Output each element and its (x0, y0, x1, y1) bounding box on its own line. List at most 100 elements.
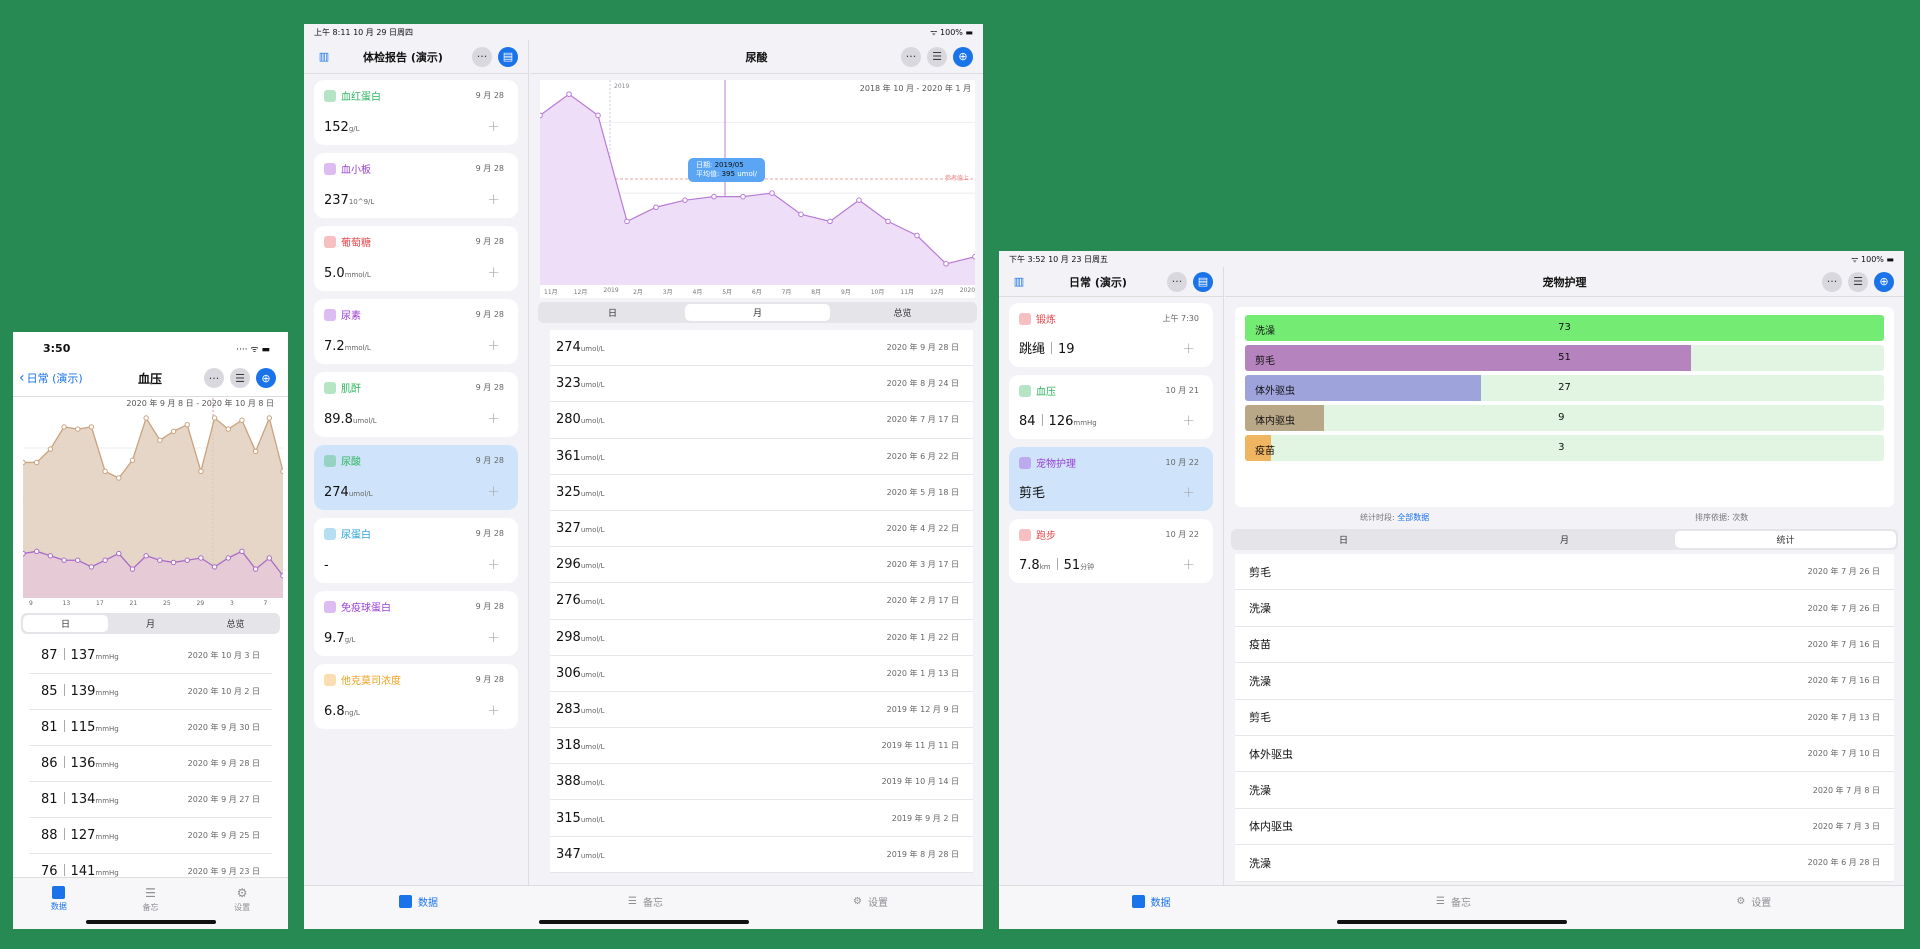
data-point[interactable] (157, 557, 163, 563)
plus-icon[interactable]: + (487, 555, 500, 573)
list-item[interactable]: 280umol/L 2020 年 7 月 17 日 (550, 402, 973, 439)
data-point[interactable] (47, 446, 54, 452)
data-point[interactable] (856, 197, 862, 203)
metric-card[interactable]: 他克莫司浓度 9 月 28 6.8ng/L + (314, 664, 518, 729)
bar-row[interactable]: 体内驱虫 9 (1245, 405, 1884, 431)
seg-overview[interactable]: 总览 (830, 304, 975, 321)
tab-settings[interactable]: ⚙ 设置 (853, 894, 888, 909)
seg-day[interactable]: 日 (23, 615, 108, 632)
list-item[interactable]: 体内驱虫 2020 年 7 月 3 日 (1235, 809, 1894, 846)
seg-month[interactable]: 月 (685, 304, 830, 321)
more-button[interactable]: ··· (1166, 271, 1187, 292)
calendar-add-button[interactable]: ▤ (497, 46, 518, 67)
list-item[interactable]: 276umol/L 2020 年 2 月 17 日 (550, 583, 973, 620)
plus-icon[interactable]: + (487, 336, 500, 354)
data-point[interactable] (102, 468, 108, 475)
data-point[interactable] (170, 559, 177, 566)
list-item[interactable]: 325umol/L 2020 年 5 月 18 日 (550, 475, 973, 511)
metric-card[interactable]: 血红蛋白 9 月 28 152g/L + (314, 80, 518, 145)
plus-icon[interactable]: + (1182, 339, 1195, 357)
data-point[interactable] (252, 448, 259, 455)
data-point[interactable] (75, 557, 81, 563)
plus-icon[interactable]: + (487, 409, 500, 427)
list-item[interactable]: 388umol/L 2019 年 10 月 14 日 (550, 764, 973, 801)
data-point[interactable] (682, 197, 688, 203)
tab-settings[interactable]: ⚙ 设置 (234, 886, 250, 913)
data-point[interactable] (23, 550, 26, 557)
data-point[interactable] (595, 112, 601, 119)
list-item[interactable]: 剪毛 2020 年 7 月 13 日 (1235, 700, 1894, 736)
plus-icon[interactable]: + (487, 701, 500, 719)
data-point[interactable] (211, 415, 218, 421)
metric-card[interactable]: 血小板 9 月 28 23710^9/L + (314, 153, 518, 218)
data-point[interactable] (914, 232, 920, 239)
tab-notes[interactable]: ☰ 备忘 (1436, 894, 1471, 909)
metric-card[interactable]: 肌酐 9 月 28 89.8umol/L + (314, 372, 518, 437)
back-button[interactable]: ‹ 日常 (演示) (19, 370, 83, 386)
data-point[interactable] (143, 415, 149, 421)
chart-icon[interactable]: ▥ (1009, 272, 1029, 292)
list-item[interactable]: 86 136mmHg 2020 年 9 月 28 日 (29, 746, 272, 782)
metric-card[interactable]: 尿素 9 月 28 7.2mmol/L + (314, 299, 518, 364)
list-item[interactable]: 洗澡 2020 年 7 月 16 日 (1235, 663, 1894, 700)
data-point[interactable] (116, 550, 122, 557)
data-point[interactable] (653, 204, 659, 211)
data-point[interactable] (239, 548, 245, 555)
plus-icon[interactable]: + (487, 628, 500, 646)
data-point[interactable] (47, 553, 54, 559)
tab-data[interactable]: 数据 (399, 894, 438, 909)
data-point[interactable] (61, 424, 67, 430)
data-point[interactable] (711, 193, 717, 200)
list-item[interactable]: 361umol/L 2020 年 6 月 22 日 (550, 439, 973, 475)
period-segmented-control[interactable]: 日 月 总览 (21, 613, 280, 634)
list-item[interactable]: 306umol/L 2020 年 1 月 13 日 (550, 656, 973, 692)
list-item[interactable]: 81 134mmHg 2020 年 9 月 27 日 (29, 782, 272, 818)
list-item[interactable]: 体外驱虫 2020 年 7 月 10 日 (1235, 736, 1894, 773)
list-button[interactable]: ☰ (927, 46, 947, 67)
list-item[interactable]: 疫苗 2020 年 7 月 16 日 (1235, 627, 1894, 664)
data-point[interactable] (943, 260, 949, 267)
period-segmented-control[interactable]: 日 月 统计 (1231, 529, 1898, 550)
data-point[interactable] (157, 437, 163, 443)
more-button[interactable]: ··· (901, 46, 921, 67)
list-item[interactable]: 洗澡 2020 年 7 月 26 日 (1235, 590, 1894, 627)
data-point[interactable] (184, 421, 190, 428)
period-segmented-control[interactable]: 日 月 总览 (538, 302, 977, 323)
plus-icon[interactable]: + (487, 482, 500, 500)
plus-icon[interactable]: + (487, 263, 500, 281)
category-card[interactable]: 宠物护理 10 月 22 剪毛 + (1009, 447, 1213, 511)
data-point[interactable] (88, 564, 95, 570)
data-point[interactable] (61, 557, 67, 563)
calendar-add-button[interactable]: ▤ (1192, 271, 1213, 292)
data-point[interactable] (225, 555, 231, 561)
data-point[interactable] (266, 555, 273, 561)
data-point[interactable] (769, 190, 775, 196)
seg-overview[interactable]: 总览 (193, 615, 278, 632)
more-button[interactable]: ··· (471, 46, 492, 67)
data-point[interactable] (225, 426, 231, 432)
data-point[interactable] (239, 417, 245, 423)
data-point[interactable] (280, 573, 283, 579)
list-item[interactable]: 274umol/L 2020 年 9 月 28 日 (550, 330, 973, 367)
metric-card[interactable]: 免疫球蛋白 9 月 28 9.7g/L + (314, 591, 518, 656)
add-button[interactable]: ⊕ (953, 46, 973, 67)
data-point[interactable] (129, 566, 136, 572)
data-point[interactable] (252, 566, 259, 572)
seg-month[interactable]: 月 (1454, 531, 1675, 548)
bar-row[interactable]: 体外驱虫 27 (1245, 375, 1884, 401)
data-point[interactable] (116, 475, 122, 481)
category-card[interactable]: 锻炼 上午 7:30 跳绳 19 + (1009, 303, 1213, 367)
bar-row[interactable]: 洗澡 73 (1245, 315, 1884, 341)
list-item[interactable]: 洗澡 2020 年 6 月 28 日 (1235, 845, 1894, 882)
add-button[interactable]: ⊕ (256, 368, 276, 388)
list-item[interactable]: 81 115mmHg 2020 年 9 月 30 日 (29, 710, 272, 746)
data-point[interactable] (540, 112, 543, 119)
list-item[interactable]: 88 127mmHg 2020 年 9 月 25 日 (29, 818, 272, 854)
list-button[interactable]: ☰ (230, 368, 250, 388)
more-button[interactable]: ··· (1822, 271, 1842, 292)
list-item[interactable]: 315umol/L 2019 年 9 月 2 日 (550, 800, 973, 837)
data-point[interactable] (198, 555, 204, 561)
plus-icon[interactable]: + (1182, 483, 1195, 501)
data-point[interactable] (972, 253, 975, 260)
metric-card[interactable]: 尿酸 9 月 28 274umol/L + (314, 445, 518, 510)
